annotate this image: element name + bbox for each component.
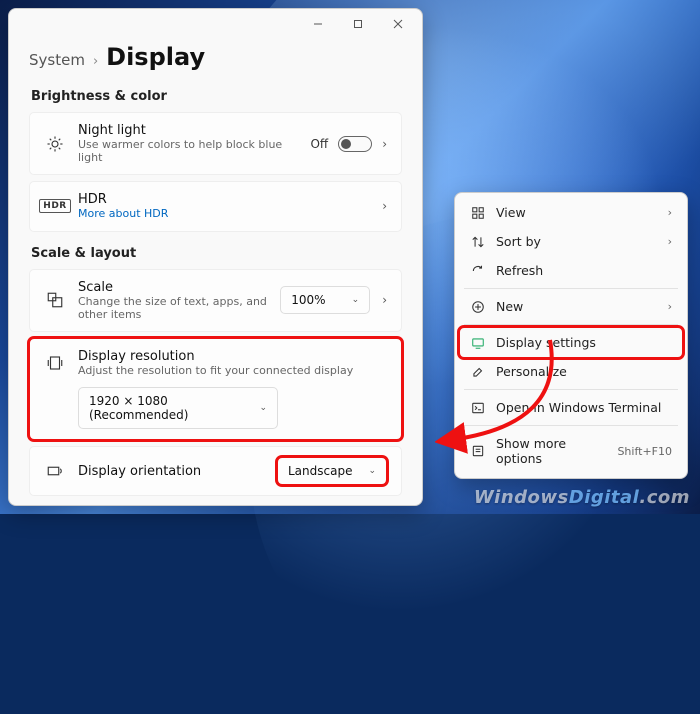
maximize-button[interactable]: [338, 10, 378, 38]
context-sort[interactable]: Sort by ›: [460, 227, 682, 256]
breadcrumb: System › Display: [29, 43, 402, 71]
display-resolution-row[interactable]: Display resolution Adjust the resolution…: [29, 338, 402, 440]
menu-separator: [464, 425, 678, 426]
scale-select[interactable]: 100%⌄: [280, 286, 370, 314]
orientation-title: Display orientation: [78, 464, 265, 479]
context-view[interactable]: View ›: [460, 198, 682, 227]
chevron-right-icon[interactable]: ›: [382, 293, 387, 307]
plus-icon: [470, 300, 486, 314]
hdr-title: HDR: [78, 192, 370, 207]
chevron-down-icon: ⌄: [259, 403, 267, 413]
hdr-icon: HDR: [44, 199, 66, 213]
hdr-row[interactable]: HDR HDR More about HDR ›: [29, 181, 402, 231]
resolution-title: Display resolution: [78, 349, 387, 364]
terminal-icon: [470, 401, 486, 415]
shortcut-label: Shift+F10: [617, 445, 672, 458]
orientation-select[interactable]: Landscape⌄: [277, 457, 387, 485]
night-light-state: Off: [310, 137, 328, 151]
grid-icon: [470, 206, 486, 220]
context-terminal[interactable]: Open in Windows Terminal: [460, 393, 682, 422]
menu-separator: [464, 389, 678, 390]
minimize-button[interactable]: [298, 10, 338, 38]
chevron-right-icon[interactable]: ›: [382, 199, 387, 213]
page-title: Display: [106, 43, 205, 71]
night-light-icon: [44, 135, 66, 153]
watermark: WindowsDigital.com: [474, 487, 690, 508]
scale-icon: [44, 291, 66, 309]
menu-separator: [464, 288, 678, 289]
context-more-options[interactable]: Show more options Shift+F10: [460, 429, 682, 473]
display-icon: [470, 336, 486, 350]
section-scale-header: Scale & layout: [31, 246, 402, 261]
chevron-right-icon: ›: [668, 206, 672, 219]
scale-sub: Change the size of text, apps, and other…: [78, 295, 268, 321]
refresh-icon: [470, 264, 486, 278]
breadcrumb-parent[interactable]: System: [29, 51, 85, 69]
resolution-icon: [44, 354, 66, 372]
night-light-row[interactable]: Night light Use warmer colors to help bl…: [29, 112, 402, 175]
close-button[interactable]: [378, 10, 418, 38]
chevron-right-icon: ›: [668, 235, 672, 248]
chevron-down-icon: ⌄: [352, 295, 360, 305]
chevron-down-icon: ⌄: [368, 466, 376, 476]
context-new[interactable]: New ›: [460, 292, 682, 321]
night-light-title: Night light: [78, 123, 298, 138]
scale-title: Scale: [78, 280, 268, 295]
context-refresh[interactable]: Refresh: [460, 256, 682, 285]
titlebar: [9, 9, 422, 39]
resolution-select[interactable]: 1920 × 1080 (Recommended)⌄: [78, 387, 278, 429]
more-icon: [470, 444, 486, 458]
settings-window: System › Display Brightness & color Nigh…: [8, 8, 423, 506]
breadcrumb-separator: ›: [93, 54, 98, 69]
context-personalize[interactable]: Personalize: [460, 357, 682, 386]
section-brightness-header: Brightness & color: [31, 89, 402, 104]
context-display-settings[interactable]: Display settings: [460, 328, 682, 357]
night-light-sub: Use warmer colors to help block blue lig…: [78, 138, 298, 164]
brush-icon: [470, 365, 486, 379]
desktop-context-menu: View › Sort by › Refresh New › Display s…: [454, 192, 688, 479]
hdr-link[interactable]: More about HDR: [78, 207, 168, 220]
orientation-row[interactable]: Display orientation Landscape⌄: [29, 446, 402, 496]
menu-separator: [464, 324, 678, 325]
chevron-right-icon: ›: [668, 300, 672, 313]
orientation-icon: [44, 462, 66, 480]
resolution-sub: Adjust the resolution to fit your connec…: [78, 364, 387, 377]
sort-icon: [470, 235, 486, 249]
scale-row[interactable]: Scale Change the size of text, apps, and…: [29, 269, 402, 332]
chevron-right-icon[interactable]: ›: [382, 137, 387, 151]
night-light-toggle[interactable]: [338, 136, 372, 152]
